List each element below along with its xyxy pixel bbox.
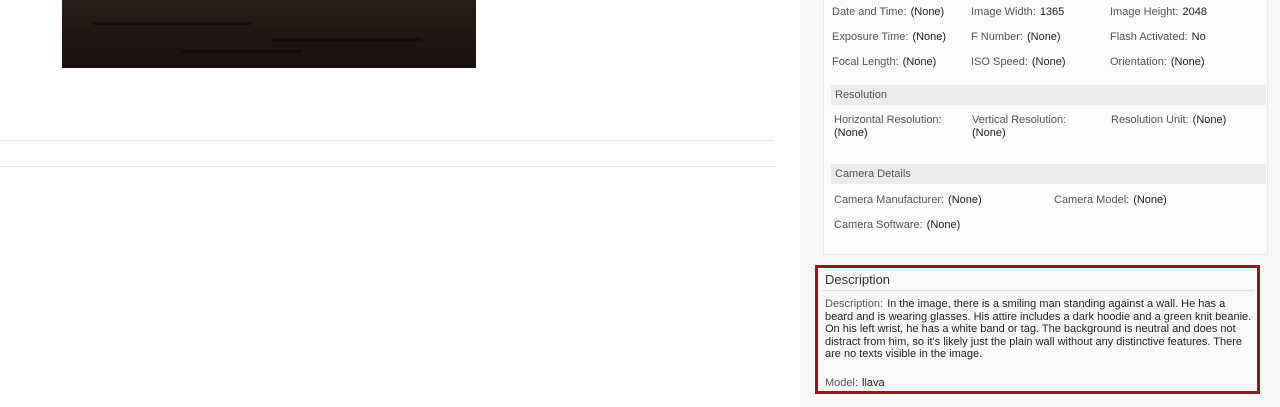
meta-flash-activated: Flash Activated: No: [1110, 31, 1206, 44]
vertical-resolution: Vertical Resolution: (None): [972, 114, 1102, 140]
meta-label: Image Height:: [1110, 6, 1179, 18]
meta-label: Image Width:: [971, 6, 1036, 18]
meta-label: Camera Model:: [1054, 194, 1130, 206]
meta-label: Date and Time:: [832, 6, 907, 18]
meta-exposure-time: Exposure Time: (None): [832, 31, 946, 44]
horizontal-resolution: Horizontal Resolution: (None): [834, 114, 964, 140]
meta-label: Exposure Time:: [832, 31, 909, 43]
meta-value: (None): [834, 127, 868, 139]
description-label: Description:: [825, 298, 884, 310]
description-text: Description: In the image, there is a smi…: [825, 298, 1255, 361]
meta-f-number: F Number: (None): [971, 31, 1061, 44]
meta-focal-length: Focal Length: (None): [832, 56, 936, 69]
content-divider: [0, 166, 774, 167]
meta-label: Vertical Resolution:: [972, 114, 1067, 126]
meta-value: 2048: [1182, 6, 1207, 18]
resolution-heading: Resolution: [831, 85, 1266, 105]
meta-value: (None): [902, 56, 937, 68]
meta-value: (None): [1026, 31, 1061, 43]
meta-label: Focal Length:: [832, 56, 899, 68]
meta-label: ISO Speed:: [971, 56, 1028, 68]
meta-label: Flash Activated:: [1110, 31, 1188, 43]
meta-date-time: Date and Time: (None): [832, 6, 944, 19]
photo-detail-page: Date and Time: (None) Image Width: 1365 Im…: [0, 0, 1280, 407]
content-divider: [0, 140, 774, 141]
meta-value: (None): [1133, 194, 1167, 206]
meta-iso-speed: ISO Speed: (None): [971, 56, 1066, 69]
camera-model: Camera Model: (None): [1054, 194, 1167, 207]
description-body: In the image, there is a smiling man sta…: [825, 298, 1252, 360]
meta-value: (None): [926, 219, 961, 231]
meta-label: Camera Software:: [834, 219, 923, 231]
meta-value: 1365: [1039, 6, 1065, 18]
model-label: Model:: [825, 377, 859, 389]
meta-label: F Number:: [971, 31, 1023, 43]
meta-value: (None): [1031, 56, 1066, 68]
meta-label: Horizontal Resolution:: [834, 114, 942, 126]
meta-value: No: [1191, 31, 1206, 43]
meta-label: Orientation:: [1110, 56, 1167, 68]
camera-software: Camera Software: (None): [834, 219, 960, 232]
meta-image-height: Image Height: 2048: [1110, 6, 1207, 19]
model-row: Model: llava: [825, 377, 885, 389]
camera-manufacturer: Camera Manufacturer: (None): [834, 194, 982, 207]
description-heading: Description: [825, 272, 891, 287]
meta-value: (None): [910, 6, 945, 18]
photo-image: [62, 0, 476, 68]
meta-value: (None): [912, 31, 947, 43]
resolution-unit: Resolution Unit: (None): [1111, 114, 1226, 127]
description-divider: [822, 290, 1254, 291]
camera-details-heading: Camera Details: [831, 164, 1266, 184]
meta-value: (None): [1170, 56, 1205, 68]
model-value: llava: [862, 377, 885, 389]
meta-value: (None): [1192, 114, 1227, 126]
meta-orientation: Orientation: (None): [1110, 56, 1205, 69]
meta-value: (None): [948, 194, 982, 206]
meta-label: Camera Manufacturer:: [834, 194, 945, 206]
meta-label: Resolution Unit:: [1111, 114, 1189, 126]
meta-image-width: Image Width: 1365: [971, 6, 1064, 19]
meta-value: (None): [972, 127, 1006, 139]
